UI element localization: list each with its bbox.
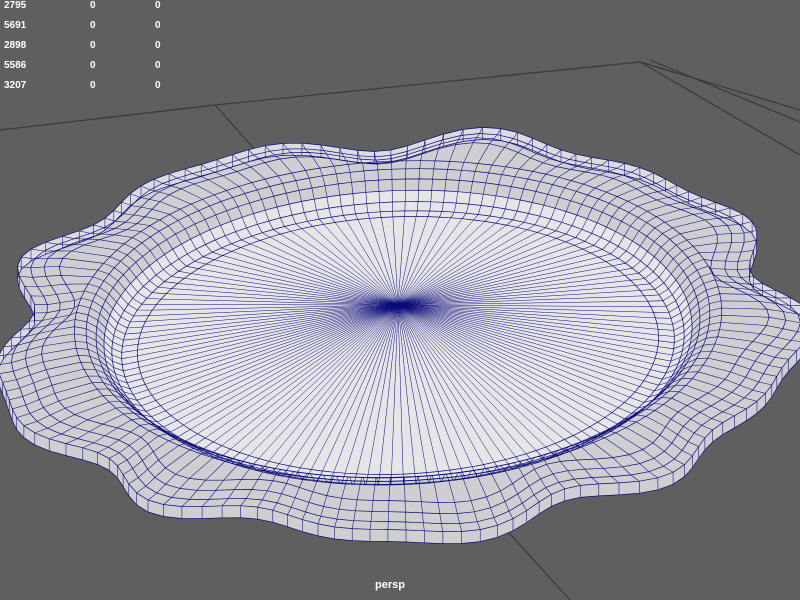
grid-line bbox=[0, 104, 216, 131]
hud-row-value: 0 bbox=[155, 20, 161, 31]
hud-row-value: 0 bbox=[90, 40, 96, 51]
plate-mesh[interactable] bbox=[0, 127, 800, 544]
hud-row-value: 0 bbox=[155, 0, 161, 11]
hud-row-value: 0 bbox=[90, 20, 96, 31]
grid-line bbox=[649, 59, 800, 123]
hud-row-value: 0 bbox=[90, 80, 96, 91]
hud-row: 5586 0 0 bbox=[0, 60, 180, 74]
hud-row-value: 0 bbox=[90, 60, 96, 71]
grid-line bbox=[214, 61, 641, 106]
perspective-viewport[interactable]: 2795 0 0 5691 0 0 2898 0 0 5586 0 0 3207… bbox=[0, 0, 800, 600]
hud-row-value: 0 bbox=[90, 0, 96, 11]
hud-row-value: 0 bbox=[155, 40, 161, 51]
hud-row-label: 3207 bbox=[4, 80, 27, 91]
hud-row-label: 2898 bbox=[4, 40, 27, 51]
camera-name-label: persp bbox=[375, 579, 405, 591]
hud-row-label: 5586 bbox=[4, 60, 27, 71]
grid-line bbox=[639, 61, 800, 156]
hud-row-value: 0 bbox=[155, 60, 161, 71]
hud-row: 3207 0 0 bbox=[0, 80, 180, 94]
hud-row: 2898 0 0 bbox=[0, 40, 180, 54]
hud-row: 2795 0 0 bbox=[0, 0, 180, 14]
hud-row-label: 2795 bbox=[4, 0, 27, 11]
hud-row-value: 0 bbox=[155, 80, 161, 91]
grid-line bbox=[639, 61, 800, 111]
hud-row: 5691 0 0 bbox=[0, 20, 180, 34]
hud-row-label: 5691 bbox=[4, 20, 27, 31]
